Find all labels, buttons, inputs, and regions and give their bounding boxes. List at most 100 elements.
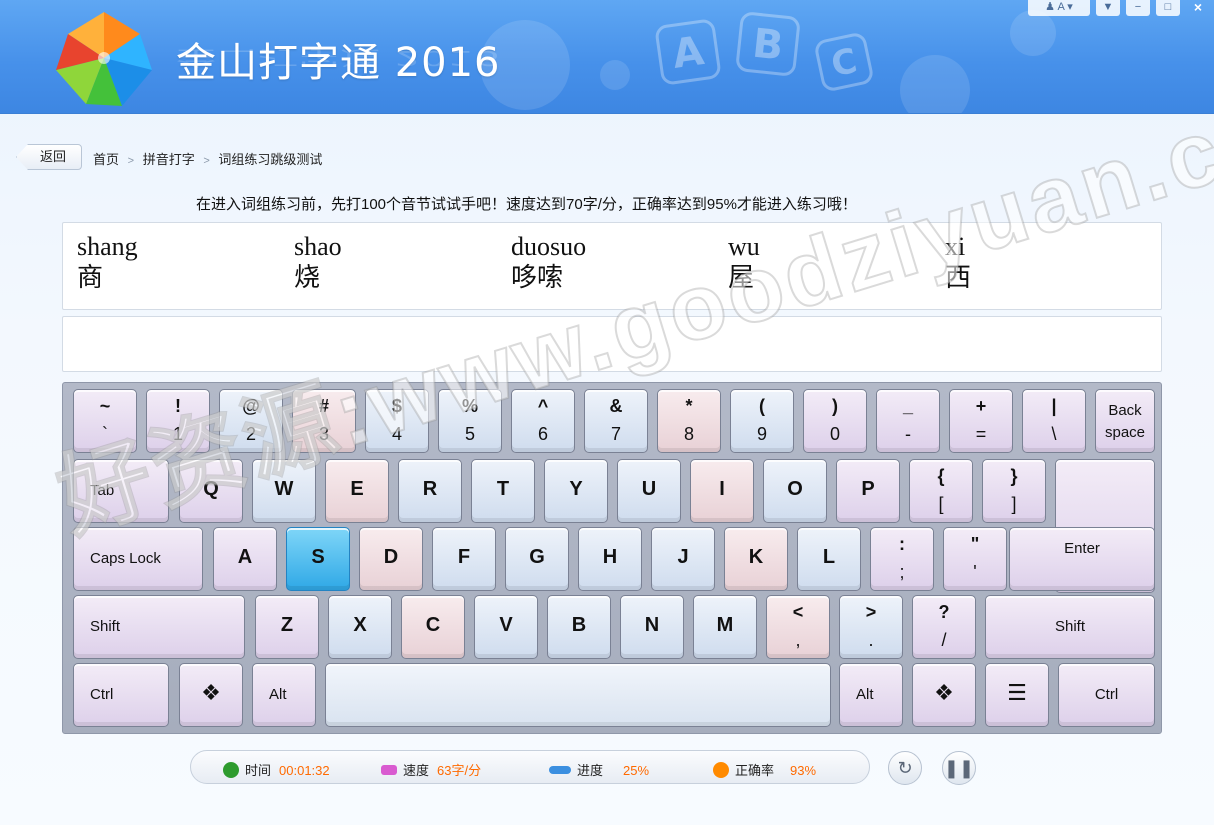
windows-logo-icon: ❖ — [201, 680, 221, 705]
key-3[interactable]: #3 — [292, 389, 356, 453]
key-period[interactable]: >. — [839, 595, 903, 659]
key-v[interactable]: V — [474, 595, 538, 659]
key-label: H — [602, 546, 618, 568]
key-top-label: ) — [832, 396, 838, 416]
key-l[interactable]: L — [797, 527, 861, 591]
key-i[interactable]: I — [690, 459, 754, 523]
pie-icon — [713, 762, 729, 778]
key-4[interactable]: $4 — [365, 389, 429, 453]
breadcrumb-pinyin[interactable]: 拼音打字 — [143, 152, 195, 167]
key-f[interactable]: F — [432, 527, 496, 591]
key-c[interactable]: C — [401, 595, 465, 659]
key-menu[interactable]: ☰ — [985, 663, 1049, 727]
windows-logo-icon: ❖ — [934, 680, 954, 705]
breadcrumb-separator: > — [203, 155, 210, 167]
key-backslash[interactable]: | \ — [1022, 389, 1086, 453]
close-button[interactable]: × — [1186, 0, 1210, 16]
key-backspace[interactable]: Back space — [1095, 389, 1155, 453]
minimize-button[interactable]: − — [1126, 0, 1150, 16]
key-slash[interactable]: ? / — [912, 595, 976, 659]
key-label: Alt — [269, 686, 287, 703]
key-quote[interactable]: " ' — [943, 527, 1007, 591]
key-bottom-label: . — [868, 630, 874, 650]
key-backtick[interactable]: ~ ` — [73, 389, 137, 453]
key-0[interactable]: ) 0 — [803, 389, 867, 453]
key-minus[interactable]: _ - — [876, 389, 940, 453]
time-stat: 时间 00:01:32 — [223, 760, 330, 779]
pause-button[interactable]: ❚❚ — [942, 751, 976, 785]
key-t[interactable]: T — [471, 459, 535, 523]
key-b[interactable]: B — [547, 595, 611, 659]
key-bottom-label: 5 — [464, 424, 475, 444]
key-bottom-label: 3 — [318, 424, 329, 444]
key-q[interactable]: Q — [179, 459, 243, 523]
skin-button[interactable]: ▼ — [1096, 0, 1120, 16]
key-5[interactable]: % 5 — [438, 389, 502, 453]
key-label: A — [237, 546, 253, 568]
key-h[interactable]: H — [578, 527, 642, 591]
key-o[interactable]: O — [763, 459, 827, 523]
word-hanzi: 屋 — [728, 263, 755, 293]
key-bottom-label: 7 — [610, 424, 621, 444]
key-6[interactable]: ^ 6 — [511, 389, 575, 453]
key-u[interactable]: U — [617, 459, 681, 523]
chevron-down-icon: ▾ — [1067, 1, 1073, 13]
key-n[interactable]: N — [620, 595, 684, 659]
word-hanzi: 哆嗦 — [511, 263, 564, 293]
key-right-ctrl[interactable]: Ctrl — [1058, 663, 1155, 727]
word-pinyin: shang — [77, 232, 138, 261]
key-top-label: } — [1010, 466, 1018, 486]
key-equals[interactable]: + = — [949, 389, 1013, 453]
key-bottom-label: 1 — [172, 424, 183, 444]
restart-button[interactable]: ↻ — [888, 751, 922, 785]
key-left-win[interactable]: ❖ — [179, 663, 243, 727]
backspace-label-bottom: space — [1104, 424, 1146, 441]
key-bottom-label: - — [905, 424, 911, 444]
key-p[interactable]: P — [836, 459, 900, 523]
key-right-shift[interactable]: Shift — [985, 595, 1155, 659]
key-r[interactable]: R — [398, 459, 462, 523]
typing-input-area[interactable] — [62, 316, 1162, 372]
key-d[interactable]: D — [359, 527, 423, 591]
key-bracket-close[interactable]: }] — [982, 459, 1046, 523]
context-menu-icon: ☰ — [1007, 680, 1027, 705]
key-j[interactable]: J — [651, 527, 715, 591]
progress-icon — [549, 766, 571, 774]
key-space[interactable] — [325, 663, 831, 727]
maximize-button[interactable]: □ — [1156, 0, 1180, 16]
key-right-alt[interactable]: Alt — [839, 663, 903, 727]
key-w[interactable]: W — [252, 459, 316, 523]
key-2[interactable]: @2 — [219, 389, 283, 453]
key-k[interactable]: K — [724, 527, 788, 591]
key-e[interactable]: E — [325, 459, 389, 523]
key-8[interactable]: * 8 — [657, 389, 721, 453]
key-right-win[interactable]: ❖ — [912, 663, 976, 727]
key-left-shift[interactable]: Shift — [73, 595, 245, 659]
key-caps-lock[interactable]: Caps Lock — [73, 527, 203, 591]
key-1[interactable]: ! 1 — [146, 389, 210, 453]
user-menu-button[interactable]: ♟ A ▾ — [1028, 0, 1090, 16]
key-9[interactable]: (9 — [730, 389, 794, 453]
key-y[interactable]: Y — [544, 459, 608, 523]
key-a[interactable]: A — [213, 527, 277, 591]
word-hanzi: 烧 — [294, 263, 321, 293]
key-m[interactable]: M — [693, 595, 757, 659]
key-enter-lower[interactable]: Enter — [1009, 527, 1155, 591]
key-bottom-label: / — [941, 630, 947, 650]
breadcrumb-home[interactable]: 首页 — [93, 152, 119, 167]
back-button[interactable]: 返回 — [16, 144, 82, 170]
key-left-ctrl[interactable]: Ctrl — [73, 663, 169, 727]
key-top-label: " — [970, 534, 980, 554]
key-semicolon[interactable]: :; — [870, 527, 934, 591]
key-g[interactable]: G — [505, 527, 569, 591]
key-x[interactable]: X — [328, 595, 392, 659]
key-s[interactable]: S — [286, 527, 350, 591]
key-left-alt[interactable]: Alt — [252, 663, 316, 727]
key-z[interactable]: Z — [255, 595, 319, 659]
key-comma[interactable]: <, — [766, 595, 830, 659]
key-tab[interactable]: Tab — [73, 459, 169, 523]
key-bracket-open[interactable]: {[ — [909, 459, 973, 523]
speed-value: 63字/分 — [437, 763, 482, 778]
key-7[interactable]: & 7 — [584, 389, 648, 453]
key-bottom-label: = — [975, 424, 987, 444]
